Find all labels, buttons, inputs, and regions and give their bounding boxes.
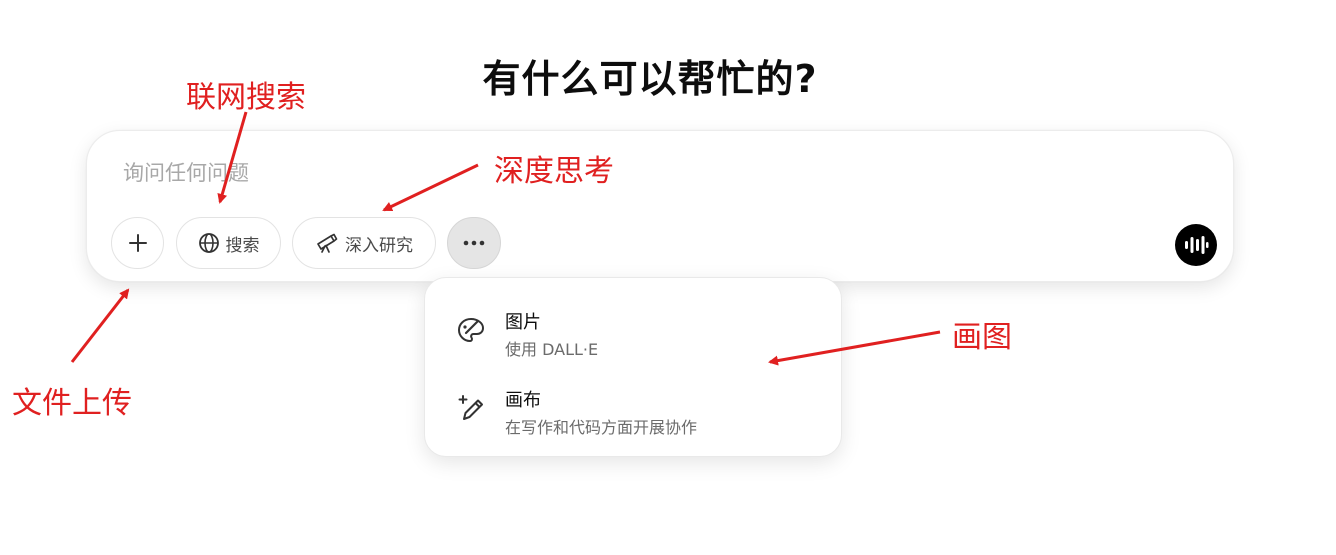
menu-item-subtitle: 使用 DALL·E bbox=[505, 340, 599, 359]
search-button-label: 搜索 bbox=[225, 235, 260, 256]
sparkle-pen-icon bbox=[458, 395, 483, 420]
add-file-button[interactable] bbox=[111, 217, 164, 269]
menu-item-image[interactable]: 图片 使用 DALL·E bbox=[439, 298, 829, 364]
menu-item-canvas[interactable]: 画布 在写作和代码方面开展协作 bbox=[439, 376, 829, 442]
voice-waveform-icon bbox=[1185, 236, 1209, 254]
annotation-deep-think: 深度思考 bbox=[494, 154, 614, 189]
ellipsis-icon bbox=[463, 240, 485, 246]
page: 有什么可以帮忙的? 搜索 深入研究 bbox=[0, 0, 1336, 555]
search-button[interactable]: 搜索 bbox=[176, 217, 281, 269]
more-tools-button[interactable] bbox=[447, 217, 501, 269]
voice-mode-button[interactable] bbox=[1175, 224, 1217, 266]
menu-item-title: 图片 bbox=[505, 312, 541, 333]
annotation-web-search: 联网搜索 bbox=[186, 80, 306, 115]
deep-research-button[interactable]: 深入研究 bbox=[292, 217, 436, 269]
more-tools-menu: 图片 使用 DALL·E 画布 在写作和代码方面开展协作 bbox=[424, 277, 842, 457]
telescope-icon bbox=[317, 233, 338, 253]
annotation-file-upload: 文件上传 bbox=[12, 386, 132, 421]
palette-icon bbox=[458, 318, 484, 342]
annotation-draw: 画图 bbox=[952, 320, 1012, 355]
globe-icon bbox=[198, 233, 219, 253]
plus-icon bbox=[128, 234, 147, 252]
menu-item-title: 画布 bbox=[505, 390, 541, 411]
arrow-to-add-file bbox=[70, 288, 130, 363]
menu-item-subtitle: 在写作和代码方面开展协作 bbox=[505, 418, 698, 437]
deep-research-button-label: 深入研究 bbox=[345, 235, 413, 256]
composer: 搜索 深入研究 bbox=[86, 130, 1234, 282]
